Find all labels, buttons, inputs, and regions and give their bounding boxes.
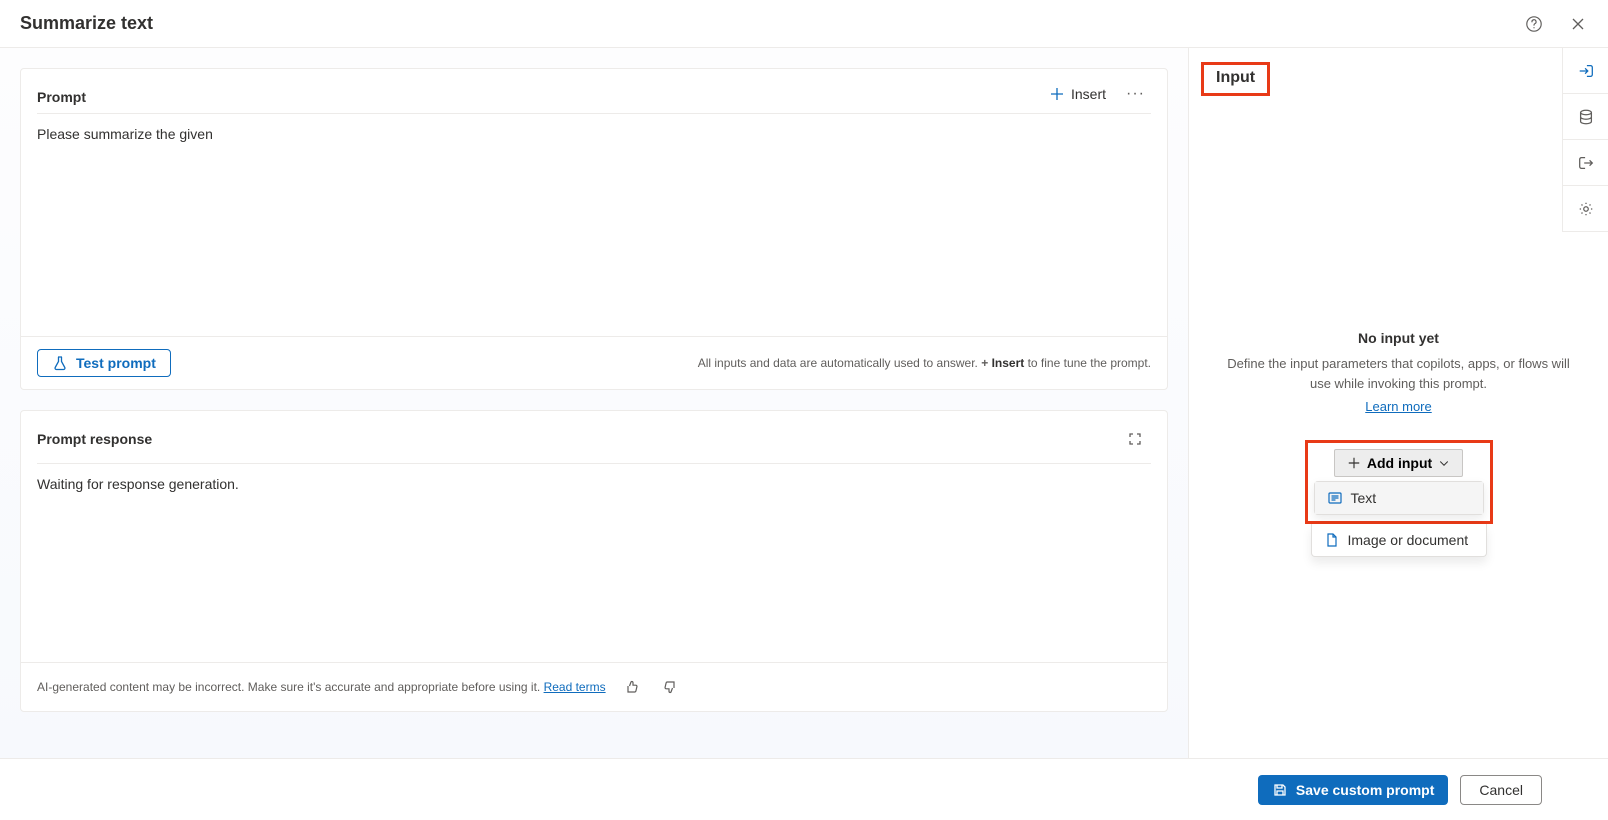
close-button[interactable] [1562, 8, 1594, 40]
expand-button[interactable] [1119, 423, 1151, 455]
hint-suffix: to fine tune the prompt. [1024, 356, 1151, 370]
learn-more-link[interactable]: Learn more [1365, 399, 1431, 414]
response-disclaimer: AI-generated content may be incorrect. M… [37, 680, 606, 694]
text-icon [1327, 490, 1343, 506]
dialog-header: Summarize text [0, 0, 1608, 48]
right-panel-header: Input [1189, 48, 1608, 110]
dropdown-image-doc-label: Image or document [1348, 532, 1469, 548]
main-content: Prompt Insert ··· Please summarize the g… [0, 48, 1608, 758]
highlight-box: Add input Text [1305, 440, 1493, 524]
cancel-button[interactable]: Cancel [1460, 775, 1542, 805]
help-button[interactable] [1518, 8, 1550, 40]
test-prompt-label: Test prompt [76, 355, 156, 371]
thumbs-up-button[interactable] [620, 675, 644, 699]
document-icon [1324, 532, 1340, 548]
chevron-down-icon [1438, 457, 1450, 469]
rail-settings-button[interactable] [1563, 186, 1608, 232]
help-icon [1525, 15, 1543, 33]
response-card: Prompt response Waiting for response gen… [20, 410, 1168, 712]
disclaimer-text: AI-generated content may be incorrect. M… [37, 680, 544, 694]
plus-icon [1049, 86, 1065, 102]
input-empty-state: No input yet Define the input parameters… [1189, 330, 1608, 524]
save-icon [1272, 782, 1288, 798]
beaker-icon [52, 355, 68, 371]
dropdown-continuation: Image or document [1311, 524, 1487, 557]
expand-icon [1127, 431, 1143, 447]
thumbs-down-button[interactable] [658, 675, 682, 699]
response-footer: AI-generated content may be incorrect. M… [21, 662, 1167, 711]
plus-icon [1347, 456, 1361, 470]
rail-data-button[interactable] [1563, 94, 1608, 140]
output-icon [1577, 154, 1595, 172]
gear-icon [1577, 200, 1595, 218]
insert-button[interactable]: Insert [1043, 82, 1112, 106]
header-actions [1518, 8, 1594, 40]
insert-label: Insert [1071, 86, 1106, 102]
empty-title: No input yet [1358, 330, 1439, 346]
more-button[interactable]: ··· [1120, 81, 1151, 107]
rail-input-button[interactable] [1563, 48, 1608, 94]
input-tab[interactable]: Input [1201, 62, 1270, 96]
dropdown-item-text[interactable]: Text [1315, 482, 1483, 514]
dropdown-text-label: Text [1351, 490, 1377, 506]
response-section-title: Prompt response [37, 431, 152, 447]
dialog-footer: Save custom prompt Cancel [0, 758, 1608, 820]
response-body: Waiting for response generation. [21, 464, 1167, 662]
prompt-section-title: Prompt [37, 89, 86, 113]
page-title: Summarize text [20, 13, 153, 34]
left-column: Prompt Insert ··· Please summarize the g… [0, 48, 1188, 758]
right-panel: Input No input yet Define the input para… [1188, 48, 1608, 758]
right-rail [1562, 48, 1608, 232]
hint-plus: + [981, 356, 991, 370]
thumbs-down-icon [662, 679, 678, 695]
empty-description: Define the input parameters that copilot… [1219, 354, 1578, 393]
add-input-button[interactable]: Add input [1334, 449, 1463, 477]
hint-insert: Insert [992, 356, 1025, 370]
prompt-card: Prompt Insert ··· Please summarize the g… [20, 68, 1168, 390]
thumbs-up-icon [624, 679, 640, 695]
dropdown-item-image-document[interactable]: Image or document [1312, 524, 1486, 556]
prompt-hint: All inputs and data are automatically us… [698, 356, 1151, 370]
add-input-container: Add input Text Image or document [1305, 440, 1493, 524]
database-icon [1577, 108, 1595, 126]
prompt-footer: Test prompt All inputs and data are auto… [21, 336, 1167, 389]
save-button[interactable]: Save custom prompt [1258, 775, 1448, 805]
prompt-textarea[interactable]: Please summarize the given [21, 114, 1167, 314]
test-prompt-button[interactable]: Test prompt [37, 349, 171, 377]
hint-prefix: All inputs and data are automatically us… [698, 356, 982, 370]
prompt-card-actions: Insert ··· [1043, 81, 1151, 113]
add-input-label: Add input [1367, 455, 1432, 471]
add-input-dropdown: Text [1314, 481, 1484, 515]
read-terms-link[interactable]: Read terms [544, 680, 606, 694]
input-rail-icon [1577, 62, 1595, 80]
close-icon [1570, 16, 1586, 32]
rail-output-button[interactable] [1563, 140, 1608, 186]
ellipsis-icon: ··· [1126, 85, 1145, 102]
save-label: Save custom prompt [1296, 782, 1434, 798]
